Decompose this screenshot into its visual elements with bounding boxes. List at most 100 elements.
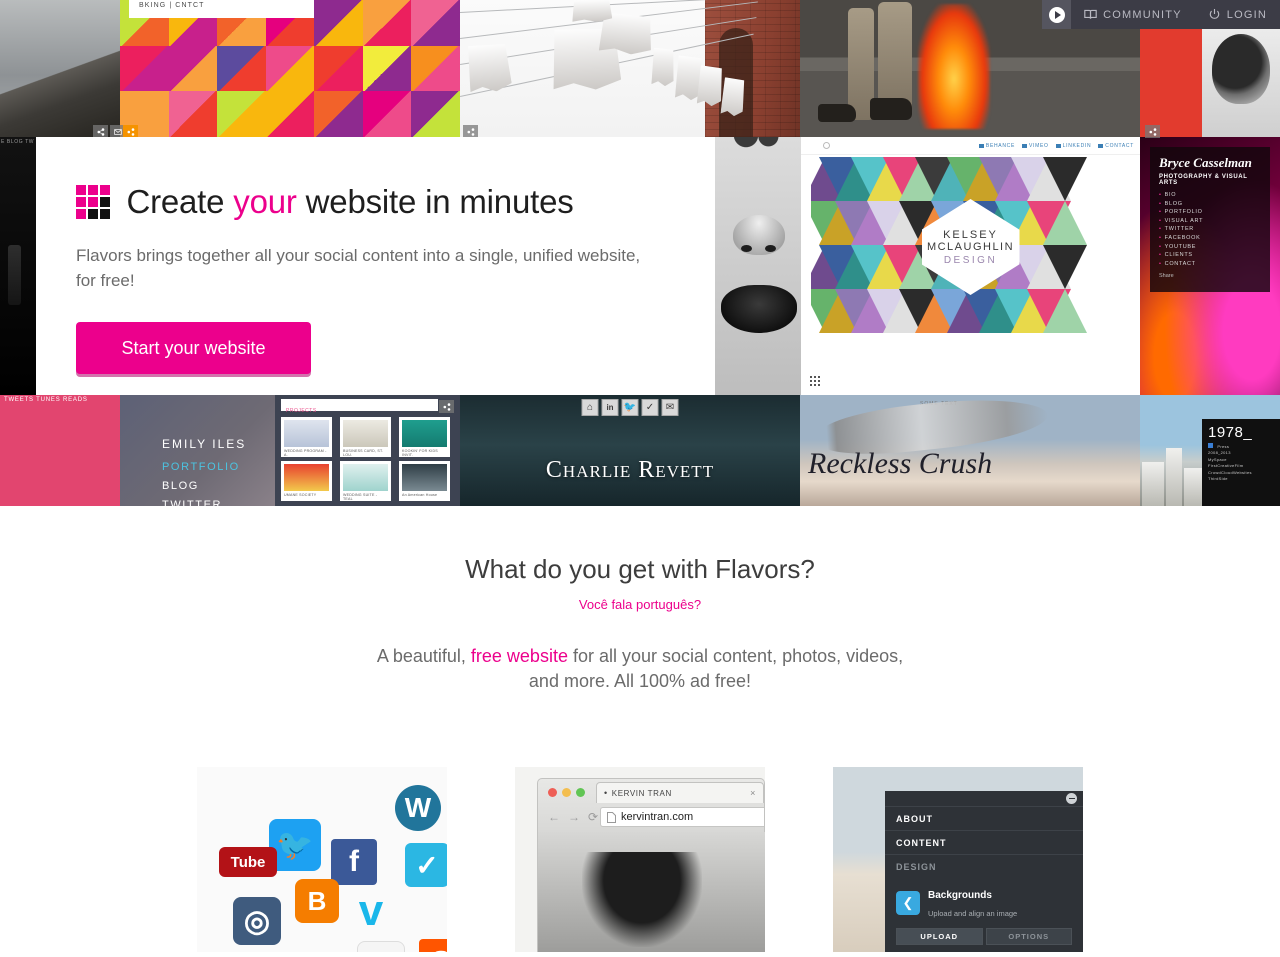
bryce-menu-item[interactable]: VISUAL ART	[1159, 218, 1261, 224]
kelsey-triangle	[1043, 157, 1087, 201]
forward-icon[interactable]: →	[568, 810, 580, 824]
kelsey-nav-behance[interactable]: BEHANCE	[978, 142, 1015, 149]
mosaic-tile-tweets-site[interactable]: TWEETS TUNES READS	[0, 395, 120, 506]
site-1978-row[interactable]: ThirdSide	[1208, 476, 1274, 481]
kelsey-nav-vimeo[interactable]: VIMEO	[1022, 143, 1049, 149]
window-controls[interactable]	[548, 788, 585, 797]
site-1978-row[interactable]: 2008_2013	[1208, 450, 1274, 455]
flavors-logo-icon[interactable]	[76, 185, 110, 219]
bryce-menu-item[interactable]: FACEBOOK	[1159, 235, 1261, 241]
bryce-menu-item[interactable]: YOUTUBE	[1159, 244, 1261, 250]
upload-button[interactable]: UPLOAD	[896, 928, 983, 945]
logo-cell	[88, 209, 98, 219]
logo-cell	[76, 185, 86, 195]
project-thumbnail[interactable]: UMANE SOCIETY	[281, 461, 332, 501]
editor-row-content[interactable]: CONTENT	[885, 830, 1083, 854]
editor-feature-backgrounds[interactable]: ❮ Backgrounds Upload and align an image	[885, 878, 1083, 928]
kelsey-gear-icon[interactable]	[823, 142, 830, 149]
start-your-website-button[interactable]: Start your website	[76, 322, 311, 374]
signature-icon[interactable]: ✓	[641, 399, 659, 416]
geo-cell	[362, 91, 412, 137]
bryce-menu-item[interactable]: BIO	[1159, 192, 1261, 198]
kelsey-nav-linkedin[interactable]: LINKEDIN	[1055, 143, 1092, 149]
browser-nav-buttons[interactable]: ← → ⟳	[548, 810, 598, 824]
reload-icon[interactable]: ⟳	[588, 810, 598, 824]
browser-tab[interactable]: • KERVIN TRAN ×	[596, 782, 764, 803]
mail-icon[interactable]: ✉	[661, 399, 679, 416]
nav-item-community[interactable]: COMMUNITY	[1071, 0, 1195, 29]
minimize-dot-icon[interactable]	[562, 788, 571, 797]
geo-cell	[362, 0, 412, 46]
browser-chrome: • KERVIN TRAN × ← → ⟳ kervintran.com	[537, 778, 765, 832]
bryce-menu[interactable]: BIO BLOG PORTFOLIO VISUAL ART TWITTER FACEBOO…	[1159, 192, 1261, 267]
site-1978-row[interactable]: CrowdCloudWebsites	[1208, 470, 1274, 475]
close-dot-icon[interactable]	[548, 788, 557, 797]
maximize-dot-icon[interactable]	[576, 788, 585, 797]
mosaic-tile-kelsey-portfolio[interactable]: BEHANCE VIMEO LINKEDIN CONTACT KELSEY MC…	[801, 137, 1140, 395]
mosaic-tile-geometric-site[interactable]: BKING | CNTCT	[120, 0, 460, 137]
mosaic-tile-pier-photo[interactable]	[0, 0, 120, 137]
feature-social-icons[interactable]: f🐦TubeWv✓◎B●●as✸Sin	[197, 767, 447, 952]
mosaic-tile-emily-site[interactable]: EMILY ILES PORTFOLIO BLOG TWITTER	[120, 395, 275, 506]
back-icon[interactable]: ←	[548, 810, 560, 824]
linkedin-icon[interactable]: in	[601, 399, 619, 416]
home-icon[interactable]: ⌂	[581, 399, 599, 416]
desc-part-1: A beautiful,	[376, 646, 471, 666]
geo-site-nav-label: BKING | CNTCT	[139, 2, 205, 9]
behance-icon	[978, 143, 984, 148]
bryce-menu-item[interactable]: CONTACT	[1159, 261, 1261, 267]
feature-editor-panel[interactable]: ABOUT CONTENT DESIGN ❮ Backgrounds Uploa…	[833, 767, 1083, 952]
twitter-icon[interactable]: 🐦	[621, 399, 639, 416]
share-icon-projects[interactable]	[439, 400, 454, 413]
close-icon[interactable]: ×	[750, 788, 756, 798]
project-thumbnail[interactable]: KOOKIN' FOR KIDS INVIT.	[399, 417, 450, 457]
facebook-icon: f	[331, 839, 377, 885]
vimeo-icon	[1022, 143, 1027, 148]
power-icon	[1209, 8, 1220, 19]
mosaic-tile-charlie-site[interactable]: ⌂ in 🐦 ✓ ✉ Charlie Revett	[460, 395, 800, 506]
kelsey-nav-contact[interactable]: CONTACT	[1098, 143, 1134, 149]
mosaic-tile-face-closeup[interactable]	[715, 137, 801, 395]
emily-link-blog[interactable]: BLOG	[162, 480, 199, 492]
free-website-link[interactable]: free website	[471, 646, 568, 666]
project-thumbnail[interactable]: An American House	[399, 461, 450, 501]
bryce-subtitle: PHOTOGRAPHY & VISUAL ARTS	[1159, 174, 1248, 186]
emily-link-twitter[interactable]: TWITTER	[162, 499, 222, 506]
project-thumbnail[interactable]: BUSINESS CARD, ST. LOU.	[340, 417, 391, 457]
kelsey-nav-label: BEHANCE	[985, 142, 1015, 149]
share-icon-red[interactable]	[1145, 125, 1160, 138]
charlie-social-icons[interactable]: ⌂ in 🐦 ✓ ✉	[581, 399, 679, 416]
nav-item-login[interactable]: LOGIN	[1195, 0, 1280, 29]
play-video-button[interactable]	[1042, 0, 1072, 29]
portrait-photo	[582, 852, 702, 947]
grid-view-icon[interactable]	[809, 375, 821, 387]
project-thumbnail[interactable]: WEDDING PROGRAM - A.	[281, 417, 332, 457]
editor-row-about[interactable]: ABOUT	[885, 806, 1083, 830]
browser-url-bar[interactable]: kervintran.com	[600, 807, 764, 827]
mosaic-tile-reckless-site[interactable]: SOME TEXT Reckless Crush	[800, 395, 1140, 506]
project-thumbnail[interactable]: WEDDING SUITE - TEAL	[340, 461, 391, 501]
mosaic-tile-1978-site[interactable]: 1978_ Press 2008_2013 MySpace FirstCreativ…	[1140, 395, 1280, 506]
mosaic-tile-dark-studio[interactable]: E BLOG TW	[0, 137, 36, 395]
feature-browser-preview[interactable]: • KERVIN TRAN × ← → ⟳ kervintran.com	[515, 767, 765, 952]
bryce-menu-item[interactable]: TWITTER	[1159, 226, 1261, 232]
mosaic-tile-laundry-photo[interactable]	[460, 0, 800, 137]
editor-panel: ABOUT CONTENT DESIGN ❮ Backgrounds Uploa…	[885, 791, 1083, 952]
minimize-icon[interactable]	[1066, 793, 1077, 804]
mosaic-tile-bryce-site[interactable]: Bryce Casselman PHOTOGRAPHY & VISUAL ART…	[1140, 137, 1280, 395]
hanging-cloth	[466, 42, 513, 94]
geo-cell	[265, 45, 315, 92]
site-1978-row[interactable]: FirstCreativeFilm	[1208, 463, 1274, 468]
bryce-share-label[interactable]: Share	[1159, 273, 1261, 279]
bryce-menu-item[interactable]: PORTFOLIO	[1159, 209, 1261, 215]
site-1978-row[interactable]: MySpace	[1208, 457, 1274, 462]
bryce-menu-item[interactable]: CLIENTS	[1159, 252, 1261, 258]
language-link[interactable]: Você fala português?	[0, 597, 1280, 612]
projects-searchbar[interactable]: PROJECTS	[281, 399, 438, 414]
site-1978-badge[interactable]: Press	[1208, 442, 1274, 449]
mosaic-tile-projects-gallery[interactable]: PROJECTS WEDDING PROGRAM - A. BUSINESS CA…	[275, 395, 460, 506]
emily-link-portfolio[interactable]: PORTFOLIO	[162, 461, 240, 473]
options-button[interactable]: OPTIONS	[985, 928, 1072, 945]
bryce-menu-item[interactable]: BLOG	[1159, 201, 1261, 207]
back-arrow-icon[interactable]: ❮	[896, 891, 920, 915]
